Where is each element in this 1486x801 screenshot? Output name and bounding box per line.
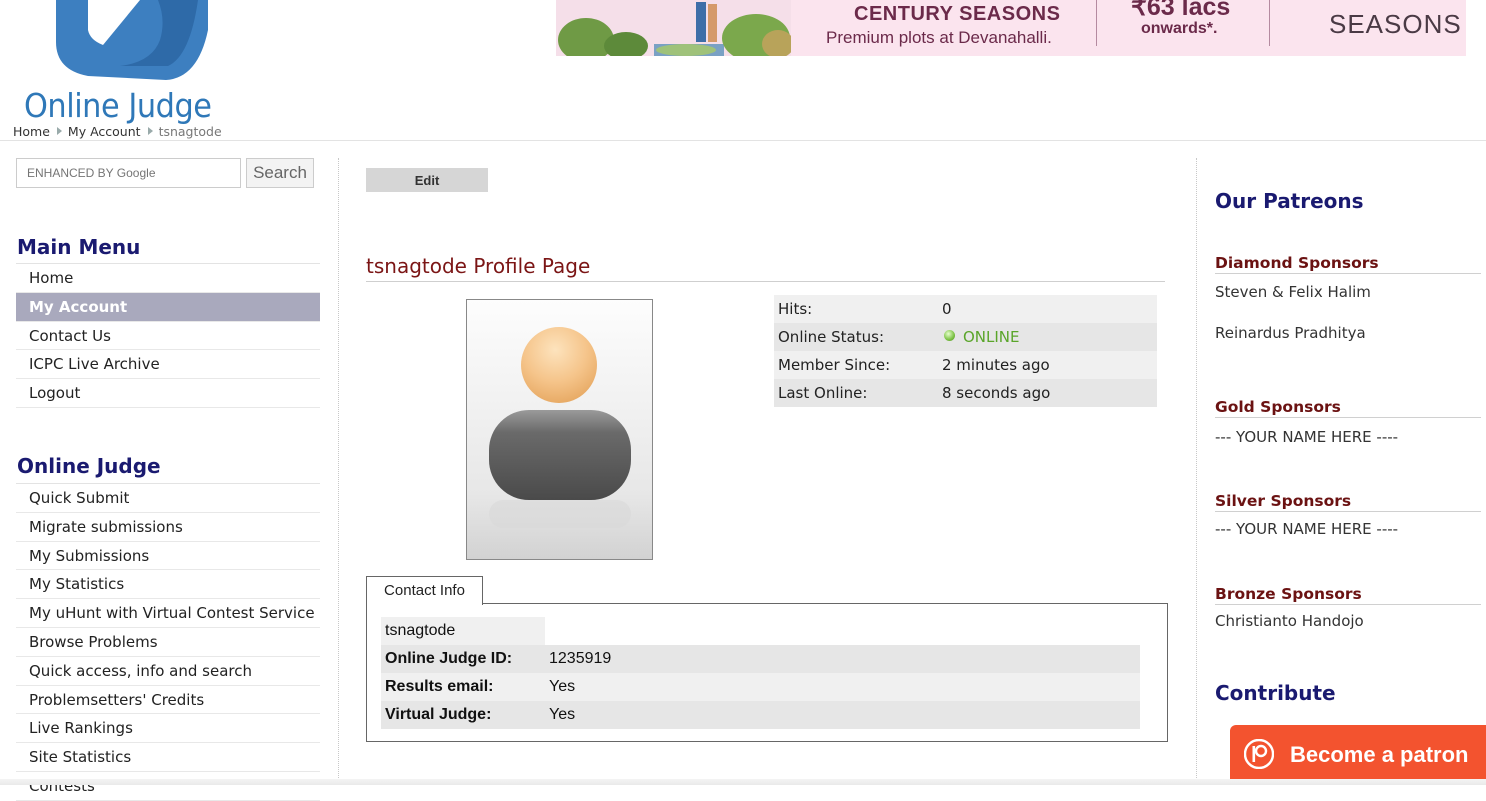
contact-value: 1235919 <box>545 645 1140 673</box>
stats-value-cell: ONLINE <box>938 323 1157 351</box>
menu-item-home[interactable]: Home <box>16 264 320 293</box>
sponsor-name: Christianto Handojo <box>1215 612 1364 630</box>
tab-contact-info[interactable]: Contact Info <box>366 576 483 605</box>
ad-divider <box>1269 0 1270 46</box>
stats-row-hits: Hits: 0 <box>774 295 1157 323</box>
menu-item-migrate-submissions[interactable]: Migrate submissions <box>16 513 320 542</box>
contact-value: Yes <box>545 673 1140 701</box>
contact-info-panel: tsnagtode Online Judge ID: 1235919 Resul… <box>366 603 1168 742</box>
stats-label: Member Since: <box>778 356 891 374</box>
page-bottom-edge <box>0 779 1486 785</box>
main-menu: Home My Account Contact Us ICPC Live Arc… <box>16 263 320 408</box>
stats-value: 2 minutes ago <box>942 356 1050 374</box>
breadcrumb-separator-icon <box>147 127 153 135</box>
sponsor-name: --- YOUR NAME HERE ---- <box>1215 520 1399 538</box>
patreon-logo-icon <box>1244 739 1274 769</box>
stats-label: Online Status: <box>778 328 885 346</box>
ad-tagline: Premium plots at Devanahalli. <box>826 28 1052 47</box>
contact-info-table: tsnagtode Online Judge ID: 1235919 Resul… <box>381 617 1140 729</box>
contact-row-results-email: Results email: Yes <box>381 673 1140 701</box>
menu-item-contact-us[interactable]: Contact Us <box>16 322 320 351</box>
profile-stats-table: Hits: 0 Online Status: ONLINE Member Sin… <box>774 295 1157 407</box>
edit-button[interactable]: Edit <box>366 168 488 192</box>
menu-item-quick-access[interactable]: Quick access, info and search <box>16 657 320 686</box>
contact-label: Virtual Judge: <box>381 701 545 729</box>
menu-item-quick-submit[interactable]: Quick Submit <box>16 484 320 513</box>
default-user-icon <box>489 327 631 528</box>
contact-empty-cell <box>545 617 1140 645</box>
breadcrumb-current: tsnagtode <box>158 124 222 139</box>
menu-item-icpc-live-archive[interactable]: ICPC Live Archive <box>16 350 320 380</box>
sponsor-name: --- YOUR NAME HERE ---- <box>1215 428 1399 446</box>
tier-silver-title: Silver Sponsors <box>1215 492 1481 512</box>
contact-row-virtual-judge: Virtual Judge: Yes <box>381 701 1140 729</box>
menu-item-logout[interactable]: Logout <box>16 379 320 408</box>
ad-divider <box>1096 0 1097 46</box>
contact-username: tsnagtode <box>381 617 545 645</box>
contact-value: Yes <box>545 701 1140 729</box>
tier-bronze-title: Bronze Sponsors <box>1215 585 1481 605</box>
stats-row-online-status: Online Status: ONLINE <box>774 323 1157 351</box>
logo-leaf-icon <box>56 0 208 80</box>
stats-row-member-since: Member Since: 2 minutes ago <box>774 351 1157 379</box>
google-search-box <box>16 158 241 188</box>
online-status-value: ONLINE <box>963 328 1020 346</box>
avatar <box>466 299 653 560</box>
contact-row-judge-id: Online Judge ID: 1235919 <box>381 645 1140 673</box>
stats-row-last-online: Last Online: 8 seconds ago <box>774 379 1157 407</box>
breadcrumb-home[interactable]: Home <box>13 124 50 139</box>
ad-price: ₹63 lacs <box>1131 0 1231 21</box>
tier-gold-title: Gold Sponsors <box>1215 398 1481 418</box>
menu-item-browse-problems[interactable]: Browse Problems <box>16 628 320 657</box>
breadcrumb-separator-icon <box>56 127 62 135</box>
menu-item-contests[interactable]: Contests <box>16 772 320 801</box>
sponsor-name: Reinardus Pradhitya <box>1215 324 1366 342</box>
menu-item-live-rankings[interactable]: Live Rankings <box>16 714 320 744</box>
ad-headline: CENTURY SEASONS <box>854 3 1061 25</box>
stats-label: Hits: <box>778 300 813 318</box>
online-judge-menu: Quick Submit Migrate submissions My Subm… <box>16 483 320 801</box>
stats-value: 8 seconds ago <box>942 384 1051 402</box>
search-input[interactable] <box>17 159 240 187</box>
logo-text: Online Judge <box>24 86 212 125</box>
contact-row-username: tsnagtode <box>381 617 1140 645</box>
ad-banner[interactable]: CENTURY SEASONS Premium plots at Devanah… <box>556 0 1466 56</box>
page-title: tsnagtode Profile Page <box>366 254 1165 282</box>
ad-brand: SEASONS <box>1329 9 1462 39</box>
stats-value: 0 <box>942 300 952 318</box>
menu-item-my-submissions[interactable]: My Submissions <box>16 542 320 571</box>
search-button[interactable]: Search <box>246 158 314 188</box>
column-divider <box>1196 158 1197 778</box>
stats-label: Last Online: <box>778 384 868 402</box>
menu-item-problemsetters-credits[interactable]: Problemsetters' Credits <box>16 686 320 715</box>
breadcrumb-my-account[interactable]: My Account <box>68 124 141 139</box>
menu-item-my-account[interactable]: My Account <box>16 292 320 322</box>
breadcrumb: Home My Account tsnagtode <box>13 124 222 139</box>
ad-price-suffix: onwards*. <box>1141 20 1218 37</box>
menu-item-site-statistics[interactable]: Site Statistics <box>16 743 320 772</box>
tier-diamond-title: Diamond Sponsors <box>1215 254 1481 274</box>
menu-item-my-statistics[interactable]: My Statistics <box>16 570 320 600</box>
ad-illustration <box>556 0 791 56</box>
main-menu-title: Main Menu <box>17 235 141 259</box>
become-patron-label: Become a patron <box>1290 742 1469 767</box>
contribute-title: Contribute <box>1215 681 1336 705</box>
contact-label: Results email: <box>381 673 545 701</box>
online-status-icon <box>944 330 955 341</box>
column-divider <box>338 158 339 778</box>
header-divider <box>0 140 1486 141</box>
sponsor-name: Steven & Felix Halim <box>1215 283 1371 301</box>
menu-item-my-uhunt[interactable]: My uHunt with Virtual Contest Service <box>16 599 320 628</box>
become-patron-button[interactable]: Become a patron <box>1230 725 1486 785</box>
contact-label: Online Judge ID: <box>381 645 545 673</box>
online-judge-menu-title: Online Judge <box>17 454 161 478</box>
patreons-title: Our Patreons <box>1215 189 1364 213</box>
site-logo[interactable]: Online Judge <box>18 0 223 128</box>
